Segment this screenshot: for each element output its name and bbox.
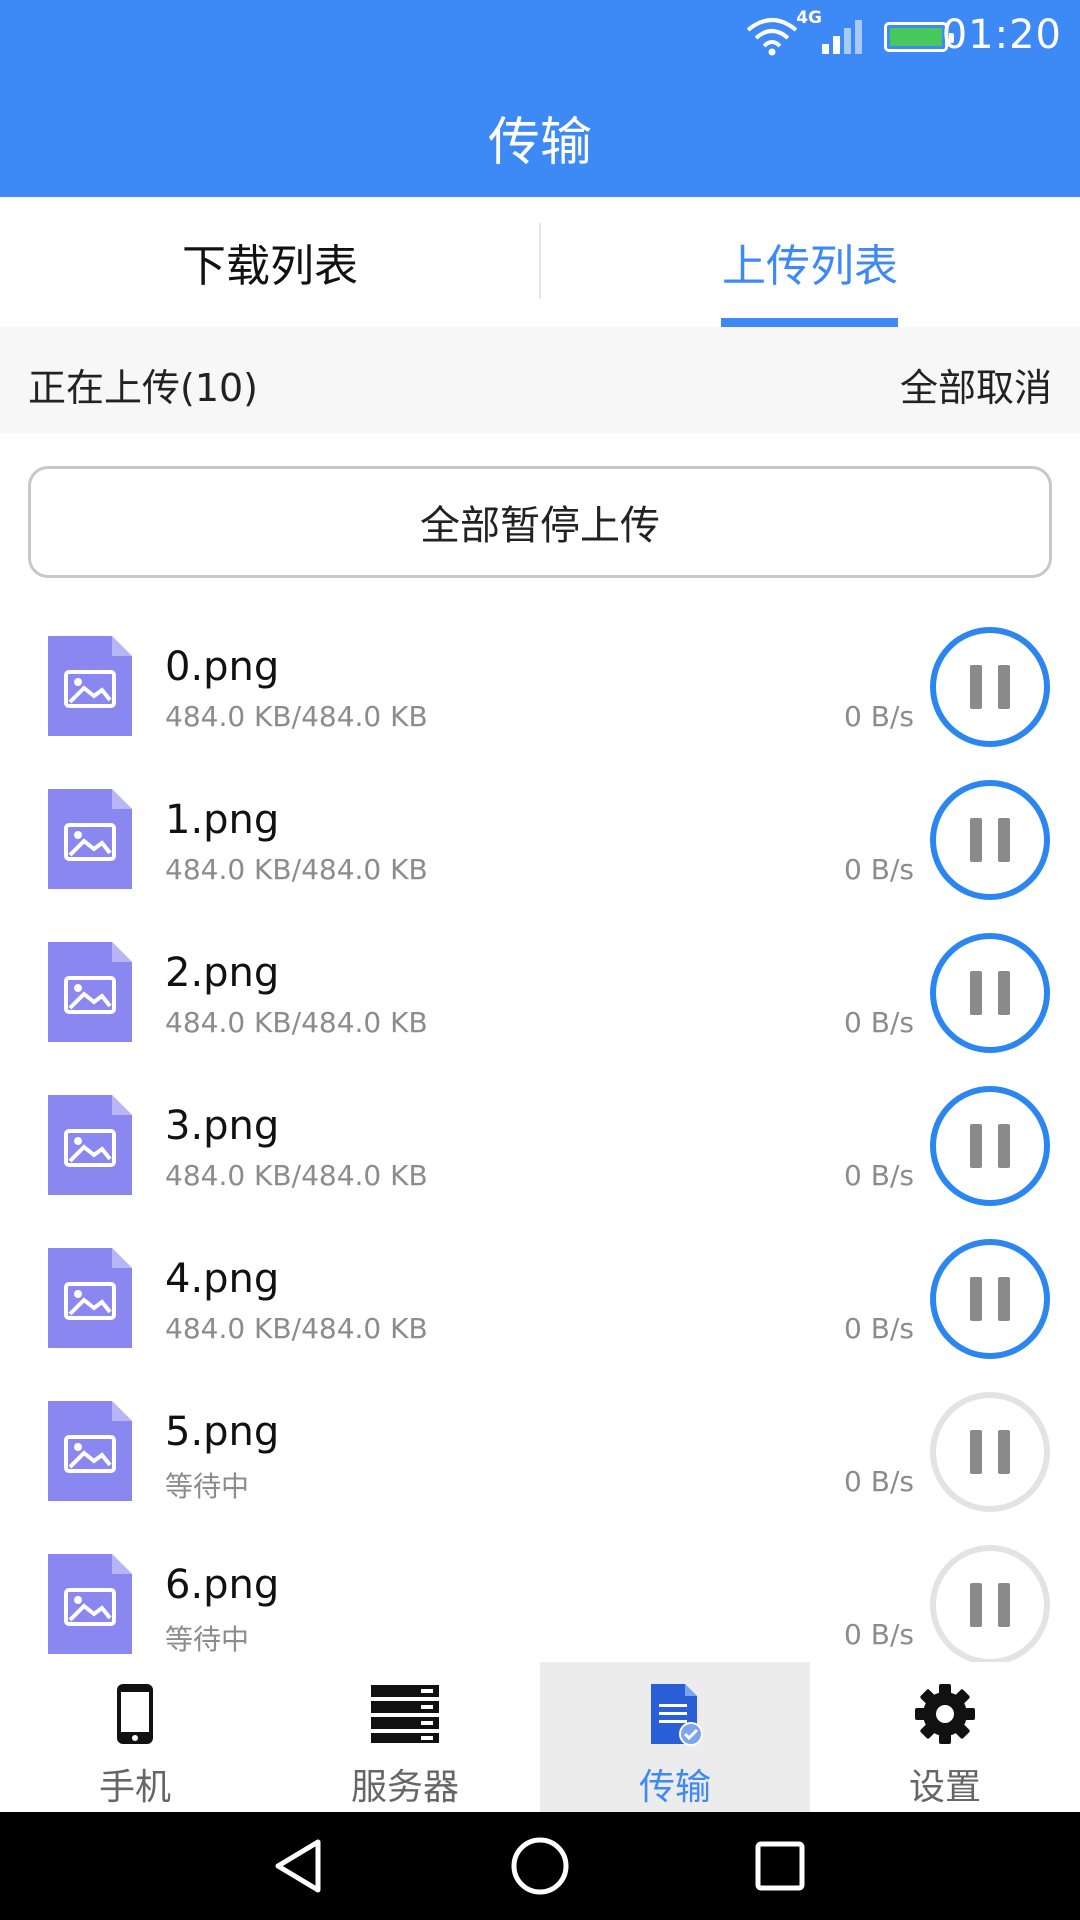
transfer-icon <box>635 1674 715 1754</box>
nav-item-settings[interactable]: 设置 <box>810 1662 1080 1812</box>
file-status: 484.0 KB/484.0 KB <box>165 1006 428 1039</box>
upload-speed: 0 B/s <box>844 1312 914 1345</box>
upload-row[interactable]: 3.png 484.0 KB/484.0 KB 0 B/s <box>0 1071 1080 1224</box>
pause-button[interactable] <box>930 780 1050 900</box>
page-title: 传输 <box>487 113 592 173</box>
nav-item-phone[interactable]: 手机 <box>0 1662 270 1812</box>
pause-icon-bar <box>998 665 1010 709</box>
upload-row[interactable]: 2.png 484.0 KB/484.0 KB 0 B/s <box>0 918 1080 1071</box>
upload-row[interactable]: 1.png 484.0 KB/484.0 KB 0 B/s <box>0 765 1080 918</box>
battery-icon <box>884 22 954 52</box>
file-status: 484.0 KB/484.0 KB <box>165 1312 428 1345</box>
image-file-icon <box>48 1401 132 1501</box>
pause-button[interactable] <box>930 627 1050 747</box>
pause-icon-bar <box>970 1583 982 1627</box>
file-name: 6.png <box>165 1562 280 1608</box>
pause-button[interactable] <box>930 1545 1050 1662</box>
file-status: 484.0 KB/484.0 KB <box>165 853 428 886</box>
system-nav-bar <box>0 1812 1080 1920</box>
file-name: 0.png <box>165 644 280 690</box>
uploading-count-label: 正在上传(10) <box>28 366 259 410</box>
pause-icon-bar <box>998 1583 1010 1627</box>
pause-button[interactable] <box>930 1239 1050 1359</box>
upload-row[interactable]: 0.png 484.0 KB/484.0 KB 0 B/s <box>0 612 1080 765</box>
image-file-icon <box>48 1554 132 1654</box>
upload-speed: 0 B/s <box>844 1159 914 1192</box>
nav-label-server: 服务器 <box>350 1767 459 1808</box>
nav-label-transfer: 传输 <box>638 1767 711 1808</box>
pause-icon-bar <box>998 971 1010 1015</box>
pause-button[interactable] <box>930 1086 1050 1206</box>
pause-icon-bar <box>970 1430 982 1474</box>
upload-row[interactable]: 4.png 484.0 KB/484.0 KB 0 B/s <box>0 1224 1080 1377</box>
pause-button[interactable] <box>930 1392 1050 1512</box>
file-name: 2.png <box>165 950 280 996</box>
upload-speed: 0 B/s <box>844 1618 914 1651</box>
nav-label-settings: 设置 <box>908 1767 981 1808</box>
signal-icon <box>822 20 862 54</box>
network-type-label: 4G <box>796 8 822 28</box>
recents-icon[interactable] <box>744 1830 816 1902</box>
tab-bar: 下载列表 上传列表 <box>0 197 1080 327</box>
file-status: 484.0 KB/484.0 KB <box>165 700 428 733</box>
pause-icon-bar <box>998 1277 1010 1321</box>
upload-speed: 0 B/s <box>844 1465 914 1498</box>
image-file-icon <box>48 1095 132 1195</box>
upload-list: 0.png 484.0 KB/484.0 KB 0 B/s 1.png 484.0 KB… <box>0 612 1080 1662</box>
nav-label-phone: 手机 <box>98 1767 171 1808</box>
wifi-icon <box>746 18 798 56</box>
file-name: 5.png <box>165 1409 280 1455</box>
upload-speed: 0 B/s <box>844 853 914 886</box>
upload-row[interactable]: 6.png 等待中 0 B/s <box>0 1530 1080 1662</box>
status-bar: 4G 01:20 <box>0 0 1080 72</box>
pause-icon-bar <box>998 1430 1010 1474</box>
server-icon <box>365 1674 445 1754</box>
image-file-icon <box>48 942 132 1042</box>
back-icon[interactable] <box>264 1830 336 1902</box>
nav-item-transfer[interactable]: 传输 <box>540 1662 810 1812</box>
file-status: 等待中 <box>165 1623 250 1656</box>
active-tab-indicator <box>721 318 898 327</box>
image-file-icon <box>48 636 132 736</box>
cancel-all-button[interactable]: 全部取消 <box>900 357 1052 412</box>
pause-icon-bar <box>998 1124 1010 1168</box>
pause-button[interactable] <box>930 933 1050 1053</box>
tab-download-list[interactable]: 下载列表 <box>0 197 540 327</box>
status-time: 01:20 <box>941 12 1062 58</box>
file-name: 3.png <box>165 1103 280 1149</box>
pause-icon-bar <box>970 1124 982 1168</box>
phone-icon <box>95 1674 175 1754</box>
bottom-nav: 手机 服务器 传输 设置 <box>0 1662 1080 1812</box>
file-name: 4.png <box>165 1256 280 1302</box>
file-name: 1.png <box>165 797 280 843</box>
app-header: 4G 01:20 传输 <box>0 0 1080 197</box>
home-icon[interactable] <box>504 1830 576 1902</box>
pause-icon-bar <box>970 818 982 862</box>
upload-speed: 0 B/s <box>844 700 914 733</box>
pause-icon-bar <box>970 1277 982 1321</box>
upload-row[interactable]: 5.png 等待中 0 B/s <box>0 1377 1080 1530</box>
pause-icon-bar <box>998 818 1010 862</box>
pause-all-button[interactable]: 全部暂停上传 <box>28 466 1052 578</box>
image-file-icon <box>48 1248 132 1348</box>
gear-icon <box>905 1674 985 1754</box>
file-status: 484.0 KB/484.0 KB <box>165 1159 428 1192</box>
file-status: 等待中 <box>165 1470 250 1503</box>
pause-icon-bar <box>970 665 982 709</box>
image-file-icon <box>48 789 132 889</box>
upload-section-bar: 正在上传(10) 全部取消 <box>0 327 1080 433</box>
nav-item-server[interactable]: 服务器 <box>270 1662 540 1812</box>
tab-upload-list[interactable]: 上传列表 <box>540 197 1080 327</box>
pause-icon-bar <box>970 971 982 1015</box>
upload-speed: 0 B/s <box>844 1006 914 1039</box>
